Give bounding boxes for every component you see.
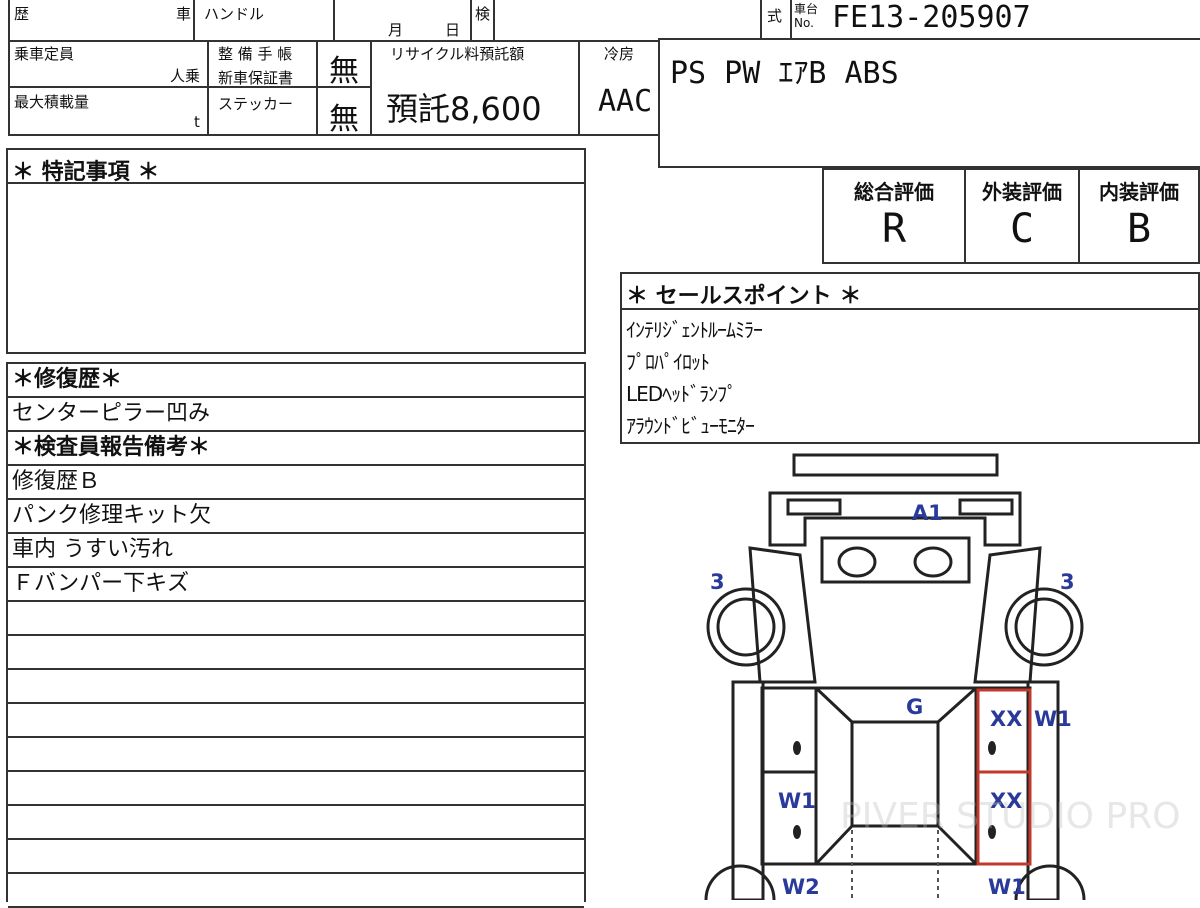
remark-row: パンク修理キット欠 [8, 500, 584, 534]
windshield [820, 536, 971, 584]
capacity-label: 乗車定員 [14, 45, 75, 63]
car-diagram: A1 3 3 G XX W1 W1 XX W2 W1 PIVER STUDIO … [704, 453, 1181, 900]
door-front-left [760, 686, 818, 774]
ac-value: AAC [598, 84, 653, 119]
remark-row-empty [8, 806, 584, 840]
ken-label: 検 [475, 5, 491, 23]
watermark: PIVER STUDIO PRO [840, 796, 1181, 837]
repair-title: ＊修復歴＊ [8, 364, 584, 398]
recycle-label: リサイクル料預託額 [390, 45, 525, 63]
maintenance-value: 無 [329, 54, 359, 89]
remark-row: Ｆバンパー下キズ [8, 568, 584, 602]
remark-row-empty [8, 840, 584, 874]
exterior-rating-label: 外装評価 [982, 180, 1062, 204]
label-w1-bottom: W1 [988, 875, 1026, 899]
remark-row-empty [8, 874, 584, 908]
sales-point-item: LEDﾍｯﾄﾞﾗﾝﾌﾟ [626, 382, 737, 406]
remark-row-empty [8, 670, 584, 704]
interior-rating-label: 内装評価 [1099, 180, 1179, 204]
label-left-tire: 3 [710, 570, 725, 594]
repair-item: センターピラー凹み [8, 398, 584, 432]
ratings-box: 総合評価 R 外装評価 C 内装評価 B [822, 168, 1200, 264]
remark-row: 車内 うすい汚れ [8, 534, 584, 568]
remark-row-empty [8, 738, 584, 772]
special-notes-box: ＊ 特記事項 ＊ [6, 148, 586, 354]
sales-point-item: ｲﾝﾃﾘｼﾞｪﾝﾄﾙｰﾑﾐﾗｰ [626, 318, 763, 342]
remark-row-empty [8, 772, 584, 806]
sha-label: 車 [176, 5, 192, 23]
label-w1-right-top: W1 [1034, 707, 1072, 731]
label-w2: W2 [782, 875, 820, 899]
sticker-value: 無 [329, 102, 359, 137]
overall-rating: R [881, 206, 907, 252]
label-w1-left: W1 [778, 789, 816, 813]
max-load-label: 最大積載量 [14, 93, 90, 111]
equipment-box: PS PW ｴｱB ABS [658, 38, 1200, 168]
recycle-value: 預託8,600 [386, 90, 542, 128]
capacity-unit: 人乗 [170, 67, 201, 85]
ac-label: 冷房 [604, 45, 635, 63]
chassis-label-2: No. [794, 16, 814, 30]
label-xx-top: XX [990, 707, 1022, 731]
exterior-rating: C [1009, 206, 1035, 252]
sales-points-box: ＊ セールスポイント ＊ ｲﾝﾃﾘｼﾞｪﾝﾄﾙｰﾑﾐﾗｰ ﾌﾟﾛﾊﾟｲﾛｯﾄ L… [620, 272, 1200, 444]
sales-point-item: ｱﾗｳﾝﾄﾞﾋﾞｭｰﾓﾆﾀｰ [626, 414, 755, 438]
front-bumper [792, 453, 999, 477]
max-load-unit: t [194, 113, 200, 131]
inspector-title: ＊検査員報告備考＊ [8, 432, 584, 466]
interior-rating: B [1126, 206, 1152, 252]
handle-label: ハンドル [204, 5, 265, 23]
month-label: 月 [388, 21, 404, 39]
label-g: G [906, 695, 923, 719]
sales-points-title: ＊ セールスポイント ＊ [626, 284, 862, 309]
label-right-tire: 3 [1060, 570, 1075, 594]
overall-rating-label: 総合評価 [854, 180, 934, 204]
label-a1: A1 [912, 501, 943, 525]
equipment-text: PS PW ｴｱB ABS [670, 56, 899, 91]
door-rear-left [760, 770, 818, 866]
warranty-label: 新車保証書 [218, 69, 294, 87]
maintenance-label: 整 備 手 帳 [218, 45, 293, 63]
sticker-label: ステッカー [218, 95, 294, 113]
chassis-label-1: 車台 [794, 2, 819, 16]
day-label: 日 [445, 21, 461, 39]
remark-row-empty [8, 636, 584, 670]
chassis-number: FE13-205907 [832, 0, 1031, 35]
reki-label: 歴 [14, 5, 30, 23]
sales-point-item: ﾌﾟﾛﾊﾟｲﾛｯﾄ [626, 350, 710, 374]
shiki-label: 式 [767, 7, 783, 25]
remark-row-empty [8, 602, 584, 636]
remark-row: 修復歴Ｂ [8, 466, 584, 500]
remark-row-empty [8, 704, 584, 738]
